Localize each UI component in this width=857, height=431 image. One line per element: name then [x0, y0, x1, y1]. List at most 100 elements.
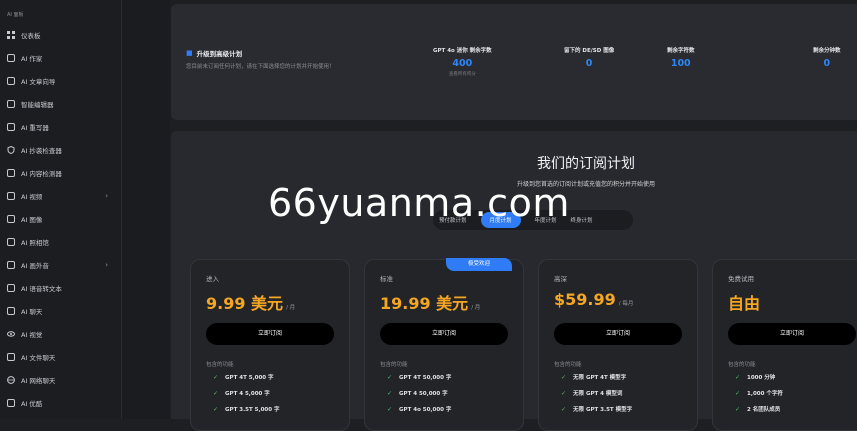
sidebar-item[interactable]: AI 网络聊天	[0, 368, 121, 391]
chevron-right-icon: ›	[105, 191, 108, 200]
sidebar-item-label: AI 聊天	[21, 307, 43, 316]
sidebar-item[interactable]: AI 图像	[0, 207, 121, 230]
check-icon: ✓	[213, 373, 219, 381]
sidebar-item[interactable]: AI 语音转文本	[0, 276, 121, 299]
sidebar-item[interactable]: AI 抄袭检查器	[0, 138, 121, 161]
sidebar-item[interactable]: AI 文章向导	[0, 69, 121, 92]
feature-text: GPT 3.5T 5,000 字	[225, 407, 280, 413]
eye-icon	[7, 330, 15, 338]
file-chat-icon	[7, 352, 15, 361]
check-icon: ✓	[561, 405, 567, 413]
crown-icon: ■	[186, 49, 193, 57]
plan-card: 免费试用自由立即订阅包含的功能 ✓ 1000 分钟 ✓ 1,000 个字符 ✓ 2 名团队成…	[712, 259, 857, 431]
sidebar-item[interactable]: AI 视觉	[0, 322, 121, 345]
popular-badge: 极受欢迎	[446, 258, 512, 271]
stat-characters: 剩余字符数 100	[667, 46, 695, 69]
magic-icon	[7, 76, 15, 85]
price-value: 自由	[728, 294, 761, 313]
subscribe-button[interactable]: 立即订阅	[380, 323, 508, 345]
stat-value: 400	[452, 58, 473, 69]
sidebar-item-label: AI 作家	[21, 54, 43, 63]
sidebar-item[interactable]: AI 作家	[0, 46, 121, 69]
sidebar-item-label: AI 重写器	[21, 123, 49, 132]
plan-tier: 标准	[380, 275, 393, 283]
feature-item: ✓ 2 名团队成员	[735, 405, 781, 414]
feature-item: ✓ GPT 4o 50,000 字	[387, 405, 451, 414]
check-icon: ✓	[735, 405, 741, 413]
sidebar-item-label: AI 照相馆	[21, 238, 49, 247]
sidebar-item-label: AI 视频	[21, 192, 43, 201]
feature-text: GPT 4 5,000 字	[225, 391, 270, 397]
feature-text: GPT 4T 5,000 字	[225, 375, 274, 381]
upgrade-title[interactable]: ■ 升级到高级计划	[186, 48, 242, 58]
mic-icon	[7, 260, 15, 269]
sidebar-item-label: 仪表板	[21, 31, 41, 40]
toggle-option[interactable]: 终身计划	[571, 216, 593, 224]
subscribe-button[interactable]: 立即订阅	[554, 323, 682, 345]
price-value: 19.99 美元	[380, 294, 469, 313]
plan-card: 极受欢迎 标准 19.99 美元 / 月立即订阅 包含的功能 ✓ GPT 4T 50,000…	[364, 258, 524, 431]
check-icon: ✓	[735, 389, 741, 397]
feature-text: 1,000 个字符	[747, 391, 783, 397]
bank-icon	[7, 168, 15, 177]
feature-text: 2 名团队成员	[747, 407, 781, 413]
stat-label: 留下的 DE/SD 图像	[564, 48, 615, 54]
sidebar-item[interactable]: AI 视频 ›	[0, 184, 121, 207]
sidebar-item[interactable]: AI 文件聊天	[0, 345, 121, 368]
feature-item: ✓ GPT 4T 50,000 字	[387, 373, 452, 382]
sidebar-item[interactable]: AI 聊天	[0, 299, 121, 322]
plan-card: 进入 9.99 美元 / 月立即订阅 包含的功能 ✓ GPT 4T 5,000 字 ✓ GPT…	[190, 259, 350, 431]
check-icon: ✓	[387, 373, 393, 381]
sidebar-item-label: AI 文章向导	[21, 77, 56, 86]
price-period: / 月	[471, 305, 481, 311]
feature-text: 无限 GPT 4 模型词	[573, 391, 623, 397]
sidebar-item[interactable]: AI 优酷	[0, 391, 121, 414]
sidebar-menu: 仪表板 AI 作家 AI 文章向导智能编辑器 AI 重写器 AI 抄袭检查器 AI 内容检…	[0, 23, 121, 414]
check-icon: ✓	[561, 373, 567, 381]
photo-icon	[7, 237, 15, 246]
price-period: / 月	[286, 305, 296, 311]
image-scan-icon	[7, 214, 15, 223]
feature-item: ✓ GPT 4 5,000 字	[213, 389, 270, 398]
stat-images: 留下的 DE/SD 图像 0	[564, 46, 614, 69]
globe-icon	[7, 375, 15, 384]
sidebar-item-label: AI 语音转文本	[21, 284, 62, 293]
plan-price: 9.99 美元 / 月	[206, 290, 295, 314]
sidebar-item[interactable]: AI 重写器	[0, 115, 121, 138]
edit-icon	[7, 122, 15, 131]
sidebar-item-label: AI 文件聊天	[21, 353, 56, 362]
feature-item: ✓ 无限 GPT 4T 模型字	[561, 373, 626, 382]
stat-label: 剩余字符数	[667, 48, 695, 54]
price-value: $59.99	[554, 290, 616, 309]
plan-price: 自由	[728, 290, 760, 314]
plan-price: 19.99 美元 / 月	[380, 290, 480, 314]
subscribe-button[interactable]: 立即订阅	[728, 323, 856, 345]
sidebar-item-label: AI 抄袭检查器	[21, 146, 62, 155]
sidebar-item[interactable]: AI 照相馆	[0, 230, 121, 253]
sidebar-item[interactable]: AI 内容检测器	[0, 161, 121, 184]
sidebar-item[interactable]: AI 画外音 ›	[0, 253, 121, 276]
view-all-credits-link[interactable]: 查看所有积分	[433, 71, 492, 77]
stat-label: GPT 4o 迷你 剩余字数	[433, 48, 492, 54]
included-features-label: 包含的功能	[206, 362, 234, 368]
check-icon: ✓	[213, 405, 219, 413]
check-icon: ✓	[387, 405, 393, 413]
feature-item: ✓ 无限 GPT 3.5T 模型字	[561, 405, 632, 414]
sidebar-item[interactable]: 智能编辑器	[0, 92, 121, 115]
waveform-icon	[7, 283, 15, 292]
stat-label: 剩余分钟数	[813, 48, 841, 54]
feature-item: ✓ 1000 分钟	[735, 373, 775, 382]
chat-icon	[7, 306, 15, 315]
sidebar-item-label: AI 内容检测器	[21, 169, 62, 178]
feature-text: GPT 4 50,000 字	[399, 391, 448, 397]
sidebar-item[interactable]: 仪表板	[0, 23, 121, 46]
subscribe-button[interactable]: 立即订阅	[206, 323, 334, 345]
included-features-label: 包含的功能	[728, 362, 756, 368]
stat-value: 0	[823, 58, 831, 69]
check-icon: ✓	[387, 389, 393, 397]
plan-tier: 免费试用	[728, 275, 754, 283]
check-icon: ✓	[213, 389, 219, 397]
play-icon	[7, 398, 15, 407]
feature-text: GPT 4T 50,000 字	[399, 375, 452, 381]
included-features-label: 包含的功能	[554, 362, 582, 368]
